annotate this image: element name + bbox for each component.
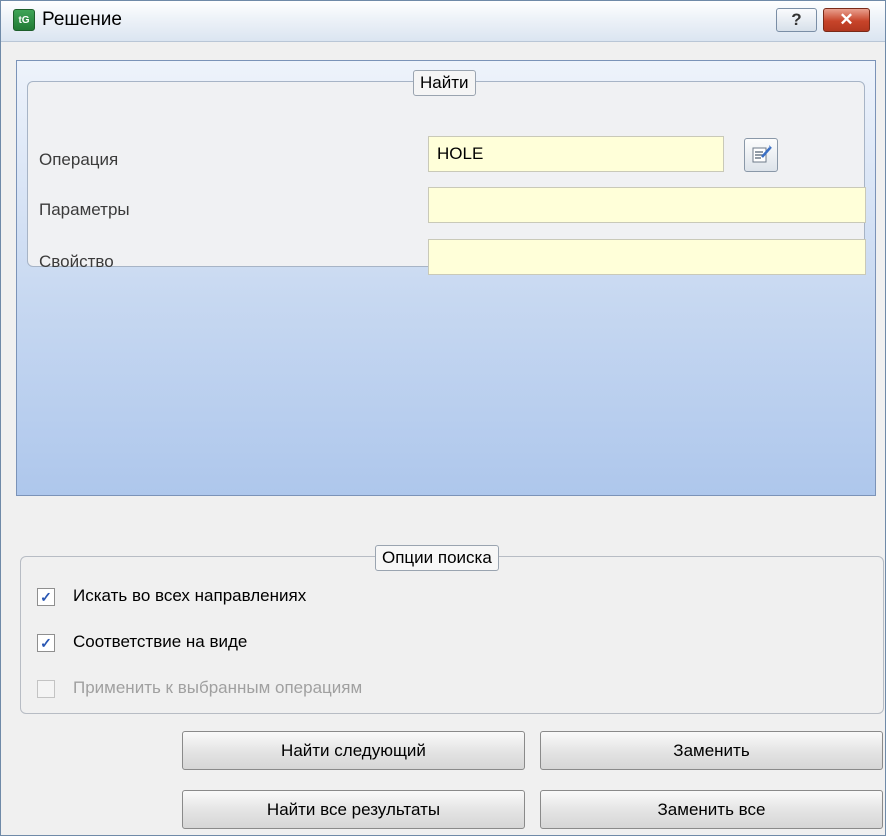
select-operation-button[interactable] [744, 138, 778, 172]
property-field[interactable] [428, 239, 866, 275]
select-list-icon [752, 145, 772, 163]
search-all-directions-label: Искать во всех направлениях [73, 586, 307, 605]
search-options-legend: Опции поиска [375, 545, 499, 571]
find-group-legend: Найти [413, 70, 476, 96]
parameters-label: Параметры [39, 200, 130, 219]
search-options-group: Опции поиска ✓ Искать во всех направлени… [20, 545, 884, 714]
find-next-button[interactable]: Найти следующий [182, 731, 525, 770]
replace-button[interactable]: Заменить [540, 731, 883, 770]
close-button[interactable]: ✕ [823, 8, 870, 32]
find-group: Найти Операция HOLE Параметры Свойство [27, 70, 866, 275]
search-all-directions-checkbox[interactable]: ✓ [37, 588, 55, 606]
match-on-view-checkbox[interactable]: ✓ [37, 634, 55, 652]
app-logo-icon: tG [13, 9, 35, 31]
property-label: Свойство [39, 252, 114, 271]
find-all-button[interactable]: Найти все результаты [182, 790, 525, 829]
match-on-view-label: Соответствие на виде [73, 632, 248, 651]
dialog-window: tG Решение ? ✕ Найти Операция HOLE Парам… [0, 0, 886, 836]
operation-field[interactable]: HOLE [428, 136, 724, 172]
apply-to-selected-checkbox[interactable] [37, 680, 55, 698]
search-panel: Найти Операция HOLE Параметры Свойство [16, 60, 876, 496]
help-button[interactable]: ? [776, 8, 817, 32]
apply-to-selected-label: Применить к выбранным операциям [73, 678, 363, 697]
replace-all-button[interactable]: Заменить все [540, 790, 883, 829]
window-title: Решение [42, 9, 122, 30]
parameters-field[interactable] [428, 187, 866, 223]
title-bar: tG Решение ? ✕ [1, 1, 885, 42]
operation-label: Операция [39, 150, 119, 169]
